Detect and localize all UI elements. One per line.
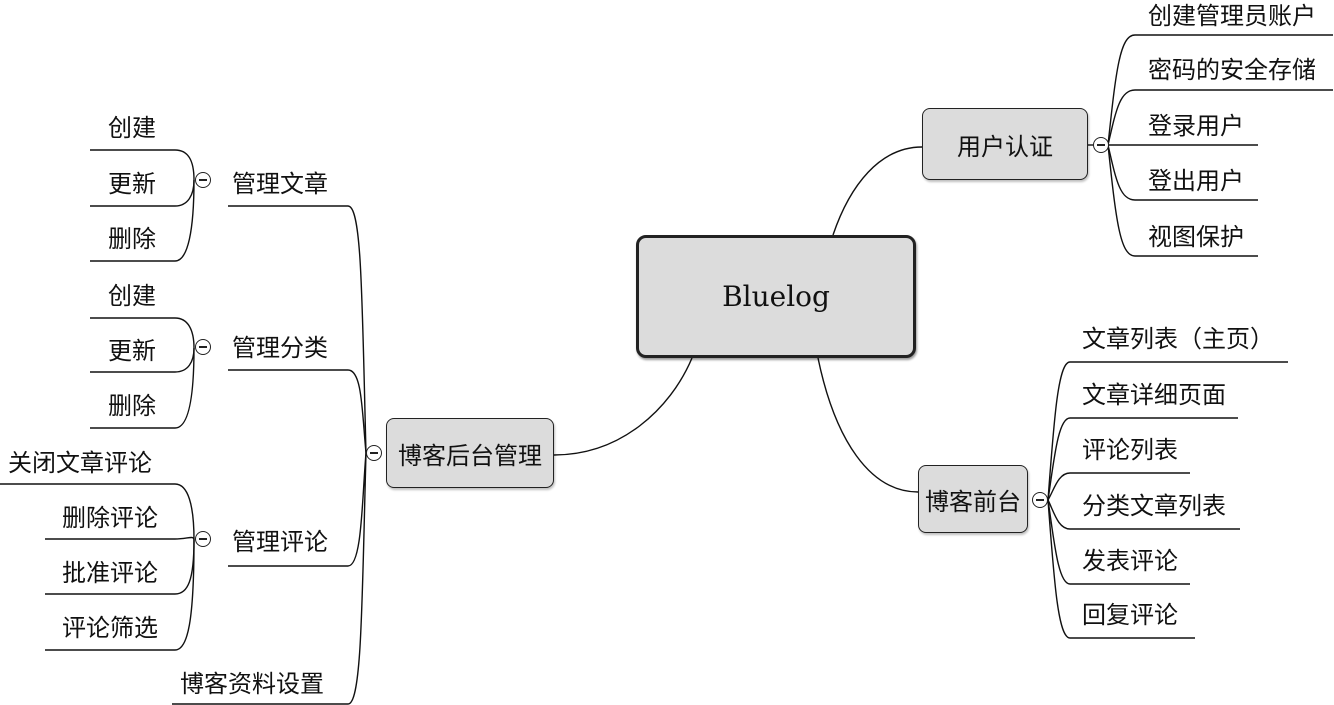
- collapse-minus-icon[interactable]: [366, 445, 382, 461]
- admin-node[interactable]: 博客后台管理: [386, 418, 554, 488]
- front-item-6: 回复评论: [1082, 601, 1178, 629]
- link-comments-2: [45, 536, 195, 541]
- front-node[interactable]: 博客前台: [918, 465, 1028, 533]
- posts-item-3: 删除: [108, 225, 156, 253]
- posts-item-1: 创建: [108, 114, 156, 142]
- collapse-minus-icon[interactable]: [1032, 492, 1048, 508]
- categories-item-2: 更新: [108, 337, 156, 365]
- admin-settings-label: 博客资料设置: [180, 670, 324, 698]
- admin-categories-label: 管理分类: [232, 334, 328, 362]
- link-center-front: [817, 357, 919, 493]
- collapse-minus-icon[interactable]: [1093, 137, 1109, 153]
- auth-item-3: 登录用户: [1148, 112, 1244, 140]
- link-admin-categories: [228, 369, 367, 454]
- collapse-minus-icon[interactable]: [195, 172, 211, 188]
- mindmap-canvas: Bluelog 用户认证 创建管理员账户 密码的安全存储 登录用户 登出用户 视…: [0, 0, 1334, 705]
- comments-item-4: 评论筛选: [62, 614, 158, 642]
- comments-item-3: 批准评论: [62, 559, 158, 587]
- admin-posts-label: 管理文章: [232, 170, 328, 198]
- auth-item-4: 登出用户: [1148, 167, 1244, 195]
- front-item-3: 评论列表: [1082, 436, 1178, 464]
- center-node[interactable]: Bluelog: [636, 235, 916, 358]
- front-item-5: 发表评论: [1082, 547, 1178, 575]
- categories-item-3: 删除: [108, 392, 156, 420]
- posts-item-2: 更新: [108, 170, 156, 198]
- comments-item-1: 关闭文章评论: [8, 449, 152, 477]
- link-center-auth: [832, 146, 923, 236]
- categories-item-1: 创建: [108, 282, 156, 310]
- auth-item-5: 视图保护: [1148, 223, 1244, 251]
- collapse-minus-icon[interactable]: [195, 531, 211, 547]
- comments-item-2: 删除评论: [62, 504, 158, 532]
- link-admin-posts: [228, 205, 367, 454]
- auth-item-2: 密码的安全存储: [1148, 56, 1316, 84]
- collapse-minus-icon[interactable]: [195, 339, 211, 355]
- front-item-2: 文章详细页面: [1082, 381, 1226, 409]
- auth-node[interactable]: 用户认证: [922, 108, 1088, 180]
- front-item-1: 文章列表（主页）: [1082, 325, 1274, 353]
- admin-comments-label: 管理评论: [232, 528, 328, 556]
- link-admin-settings: [172, 452, 367, 705]
- front-item-4: 分类文章列表: [1082, 492, 1226, 520]
- link-center-admin: [553, 357, 693, 456]
- auth-item-1: 创建管理员账户: [1148, 2, 1316, 30]
